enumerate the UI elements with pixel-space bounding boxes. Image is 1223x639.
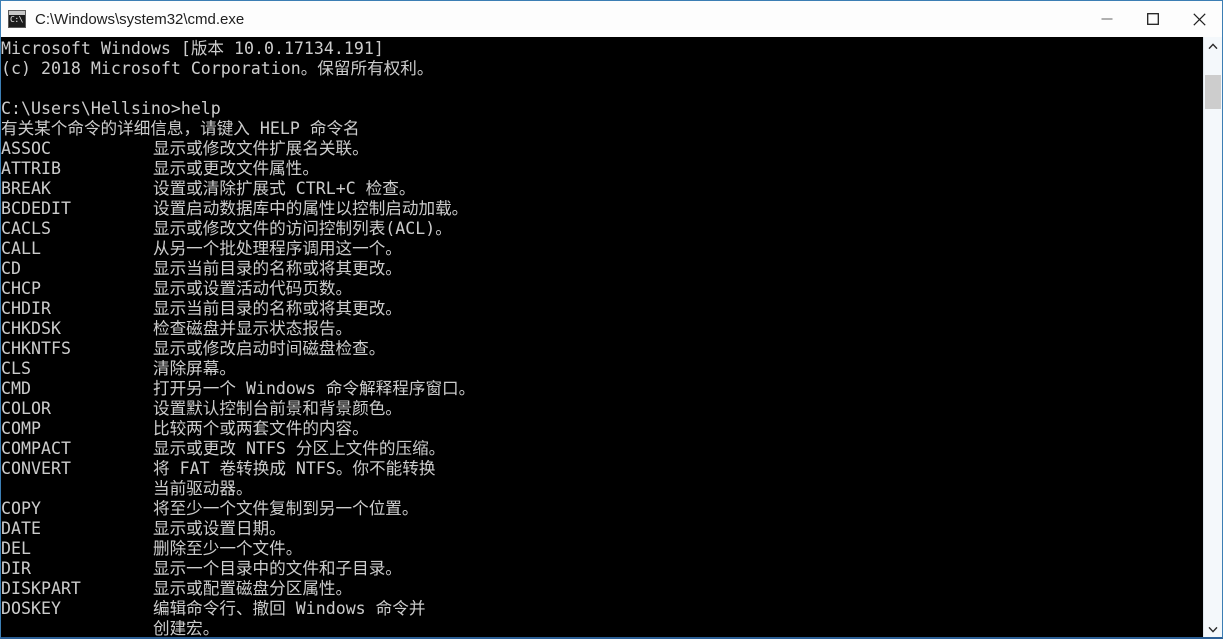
console-header-line-0: Microsoft Windows [版本 10.0.17134.191] (1, 39, 384, 58)
help-row-attrib: ATTRIB 显示或更改文件属性。 (1, 159, 475, 179)
help-command-description: 显示或修改文件扩展名关联。 (153, 139, 369, 158)
help-row-break: BREAK 设置或清除扩展式 CTRL+C 检查。 (1, 179, 475, 199)
help-row-chkntfs: CHKNTFS 显示或修改启动时间磁盘检查。 (1, 339, 475, 359)
help-command-description: 将 FAT 卷转换成 NTFS。你不能转换 (153, 459, 436, 478)
help-command-description: 检查磁盘并显示状态报告。 (153, 319, 353, 338)
chevron-up-icon (1208, 42, 1218, 49)
help-row-color: COLOR 设置默认控制台前景和背景颜色。 (1, 399, 475, 419)
help-command-name: ATTRIB (1, 159, 61, 178)
console-header-line-2 (1, 79, 475, 99)
help-command-description: 显示当前目录的名称或将其更改。 (153, 299, 402, 318)
help-command-description: 设置默认控制台前景和背景颜色。 (153, 399, 402, 418)
help-command-name: BCDEDIT (1, 199, 71, 218)
help-command-description: 设置启动数据库中的属性以控制启动加载。 (153, 199, 469, 218)
help-command-description: 显示或设置活动代码页数。 (153, 279, 353, 298)
help-command-description: 显示或修改启动时间磁盘检查。 (153, 339, 386, 358)
help-row-chcp: CHCP 显示或设置活动代码页数。 (1, 279, 475, 299)
help-command-name: COMPACT (1, 439, 71, 458)
help-row-assoc: ASSOC 显示或修改文件扩展名关联。 (1, 139, 475, 159)
scrollbar-thumb[interactable] (1205, 75, 1221, 109)
help-command-name: COPY (1, 499, 41, 518)
help-command-description: 删除至少一个文件。 (153, 539, 303, 558)
close-button[interactable] (1176, 1, 1222, 37)
help-command-name: ASSOC (1, 139, 51, 158)
scrollbar-up-button[interactable] (1204, 37, 1222, 55)
help-command-name: CD (1, 259, 21, 278)
help-row-bcdedit: BCDEDIT 设置启动数据库中的属性以控制启动加载。 (1, 199, 475, 219)
window-title: C:\Windows\system32\cmd.exe (35, 10, 245, 28)
help-command-description: 设置或清除扩展式 CTRL+C 检查。 (153, 179, 416, 198)
window-controls (1084, 1, 1222, 37)
maximize-icon (1147, 13, 1159, 25)
vertical-scrollbar[interactable] (1203, 37, 1222, 637)
help-command-description: 比较两个或两套文件的内容。 (153, 419, 369, 438)
help-command-description: 显示当前目录的名称或将其更改。 (153, 259, 402, 278)
help-row-continuation: 当前驱动器。 (1, 479, 475, 499)
help-row-copy: COPY 将至少一个文件复制到另一个位置。 (1, 499, 475, 519)
help-row-cd: CD 显示当前目录的名称或将其更改。 (1, 259, 475, 279)
help-command-description: 创建宏。 (153, 619, 220, 638)
help-command-description: 显示或更改文件属性。 (153, 159, 319, 178)
scrollbar-down-button[interactable] (1204, 620, 1222, 637)
help-row-del: DEL 删除至少一个文件。 (1, 539, 475, 559)
help-command-description: 显示或修改文件的访问控制列表(ACL)。 (153, 219, 452, 238)
console-text: Microsoft Windows [版本 10.0.17134.191] (c)… (1, 39, 475, 638)
help-command-name: CLS (1, 359, 31, 378)
console-output-area[interactable]: Microsoft Windows [版本 10.0.17134.191] (c)… (1, 37, 1203, 638)
minimize-icon (1101, 18, 1113, 20)
help-command-name: DATE (1, 519, 41, 538)
help-command-description: 将至少一个文件复制到另一个位置。 (153, 499, 419, 518)
help-row-call: CALL 从另一个批处理程序调用这一个。 (1, 239, 475, 259)
title-bar[interactable]: C:\ C:\Windows\system32\cmd.exe (1, 1, 1222, 37)
help-command-name: CHCP (1, 279, 41, 298)
help-command-description: 当前驱动器。 (153, 479, 253, 498)
help-command-description: 显示或配置磁盘分区属性。 (153, 579, 353, 598)
help-row-dir: DIR 显示一个目录中的文件和子目录。 (1, 559, 475, 579)
help-command-name: DIR (1, 559, 31, 578)
help-command-name: COLOR (1, 399, 51, 418)
console-header-line-1: (c) 2018 Microsoft Corporation。保留所有权利。 (1, 59, 434, 78)
help-row-cacls: CACLS 显示或修改文件的访问控制列表(ACL)。 (1, 219, 475, 239)
help-command-description: 显示一个目录中的文件和子目录。 (153, 559, 402, 578)
chevron-down-icon (1208, 626, 1218, 633)
help-command-description: 清除屏幕。 (153, 359, 236, 378)
help-command-description: 显示或更改 NTFS 分区上文件的压缩。 (153, 439, 446, 458)
help-row-comp: COMP 比较两个或两套文件的内容。 (1, 419, 475, 439)
help-command-name: CHDIR (1, 299, 51, 318)
help-row-cls: CLS 清除屏幕。 (1, 359, 475, 379)
help-command-description: 显示或设置日期。 (153, 519, 286, 538)
console-header-line-3: C:\Users\Hellsino>help (1, 99, 221, 118)
help-command-description: 编辑命令行、撤回 Windows 命令并 (153, 599, 426, 618)
help-row-chkdsk: CHKDSK 检查磁盘并显示状态报告。 (1, 319, 475, 339)
cmd-console-icon: C:\ (8, 10, 26, 28)
help-command-name: DOSKEY (1, 599, 61, 618)
close-icon (1192, 12, 1206, 26)
help-command-name: COMP (1, 419, 41, 438)
help-row-cmd: CMD 打开另一个 Windows 命令解释程序窗口。 (1, 379, 475, 399)
help-command-name: BREAK (1, 179, 51, 198)
help-row-chdir: CHDIR 显示当前目录的名称或将其更改。 (1, 299, 475, 319)
help-command-name: CALL (1, 239, 41, 258)
console-header-line-4: 有关某个命令的详细信息，请键入 HELP 命令名 (1, 119, 360, 138)
help-command-name: DEL (1, 539, 31, 558)
help-command-name: CMD (1, 379, 31, 398)
help-row-doskey: DOSKEY 编辑命令行、撤回 Windows 命令并 (1, 599, 475, 619)
help-command-name: DISKPART (1, 579, 81, 598)
help-command-name: CACLS (1, 219, 51, 238)
scrollbar-track[interactable] (1204, 55, 1222, 620)
help-command-description: 从另一个批处理程序调用这一个。 (153, 239, 402, 258)
minimize-button[interactable] (1084, 1, 1130, 37)
help-row-convert: CONVERT 将 FAT 卷转换成 NTFS。你不能转换 (1, 459, 475, 479)
icon-prompt-glyph: C:\ (10, 15, 23, 24)
cmd-window: C:\ C:\Windows\system32\cmd.exe Microsof… (0, 0, 1223, 639)
help-row-date: DATE 显示或设置日期。 (1, 519, 475, 539)
help-command-name: CHKDSK (1, 319, 61, 338)
maximize-button[interactable] (1130, 1, 1176, 37)
help-command-name: CONVERT (1, 459, 71, 478)
help-row-compact: COMPACT 显示或更改 NTFS 分区上文件的压缩。 (1, 439, 475, 459)
help-row-continuation: 创建宏。 (1, 619, 475, 638)
help-row-diskpart: DISKPART 显示或配置磁盘分区属性。 (1, 579, 475, 599)
help-command-name: CHKNTFS (1, 339, 71, 358)
help-command-description: 打开另一个 Windows 命令解释程序窗口。 (153, 379, 476, 398)
